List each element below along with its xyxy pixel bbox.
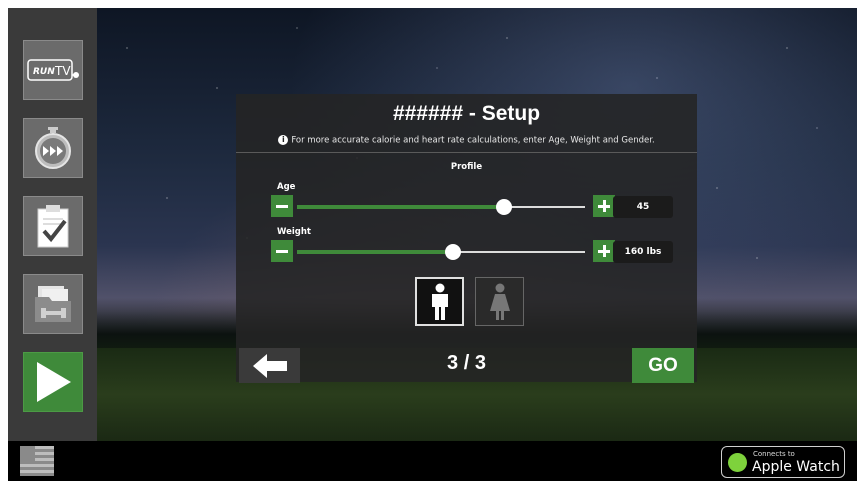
weight-decrease-button[interactable] bbox=[271, 240, 293, 262]
age-increase-button[interactable] bbox=[593, 195, 615, 217]
folder-weight-icon bbox=[35, 286, 71, 322]
watch-badge-big-text: Apple Watch bbox=[752, 459, 840, 475]
weight-slider[interactable] bbox=[297, 244, 585, 260]
watch-badge-small-text: Connects to bbox=[753, 450, 795, 458]
age-slider[interactable] bbox=[297, 199, 585, 215]
us-flag-icon[interactable] bbox=[20, 446, 54, 476]
weight-label: Weight bbox=[277, 227, 311, 237]
go-button[interactable]: GO bbox=[632, 348, 694, 383]
info-icon: i bbox=[278, 135, 289, 145]
play-button[interactable] bbox=[23, 352, 83, 412]
age-label: Age bbox=[277, 182, 296, 192]
setup-hint: i For more accurate calorie and heart rat… bbox=[236, 135, 697, 146]
setup-panel: ###### - Setup i For more accurate calori… bbox=[236, 94, 697, 383]
gender-female-button[interactable] bbox=[475, 277, 524, 326]
age-slider-handle[interactable] bbox=[496, 199, 513, 215]
weight-increase-button[interactable] bbox=[593, 240, 615, 262]
apple-watch-badge[interactable]: Connects to Apple Watch bbox=[721, 446, 845, 478]
run-tv-logo-icon: RUN TV bbox=[27, 59, 79, 81]
setup-title: ###### - Setup bbox=[392, 102, 541, 125]
play-icon bbox=[37, 362, 71, 402]
clipboard-check-icon bbox=[37, 205, 69, 248]
age-slider-fill bbox=[297, 205, 505, 209]
running-figure-icon bbox=[728, 453, 747, 472]
sidebar: RUN TV bbox=[8, 8, 97, 441]
workout-timer-button[interactable] bbox=[23, 118, 83, 178]
age-decrease-button[interactable] bbox=[271, 195, 293, 217]
step-indicator: 3 / 3 bbox=[447, 352, 486, 374]
weight-slider-handle[interactable] bbox=[444, 244, 461, 260]
stopwatch-icon bbox=[35, 127, 71, 169]
svg-text:TV: TV bbox=[54, 64, 71, 78]
profile-label: Profile bbox=[450, 162, 483, 172]
minus-icon bbox=[276, 249, 288, 253]
saved-workouts-button[interactable] bbox=[23, 274, 83, 334]
gender-male-button[interactable] bbox=[415, 277, 464, 326]
age-value: 45 bbox=[613, 196, 673, 218]
setup-hint-text: For more accurate calorie and heart rate… bbox=[291, 135, 655, 146]
run-tv-logo-button[interactable]: RUN TV bbox=[23, 40, 83, 100]
female-icon bbox=[489, 283, 510, 320]
weight-slider-fill bbox=[297, 250, 453, 254]
divider bbox=[236, 152, 697, 153]
weight-value: 160 lbs bbox=[613, 241, 673, 263]
app-window: RUN TV ###### - Setup i For more accurat… bbox=[8, 8, 857, 481]
bottom-bar: Connects to Apple Watch bbox=[8, 441, 857, 481]
svg-text:RUN: RUN bbox=[33, 67, 55, 77]
male-icon bbox=[431, 283, 448, 320]
minus-icon bbox=[276, 204, 288, 208]
program-checklist-button[interactable] bbox=[23, 196, 83, 256]
